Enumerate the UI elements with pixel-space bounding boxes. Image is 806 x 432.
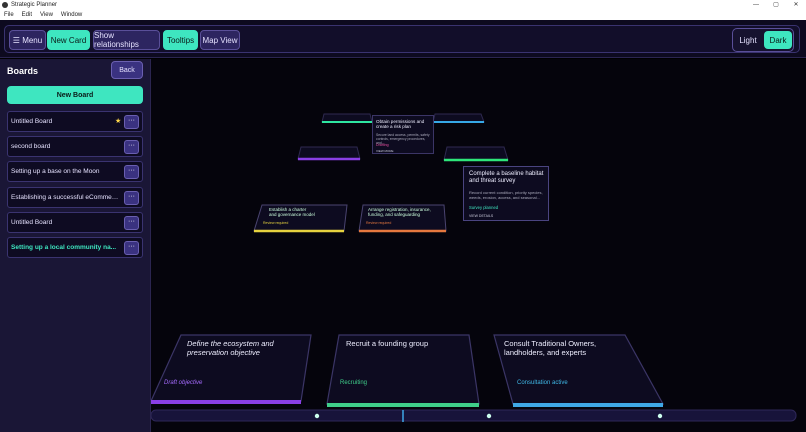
board-options-button[interactable]: ··· <box>124 241 139 255</box>
boards-title: Boards <box>7 66 39 76</box>
dark-theme-option[interactable]: Dark <box>764 31 792 49</box>
card-status: Consultation active <box>517 380 568 386</box>
new-board-button[interactable]: New Board <box>7 86 143 104</box>
board-label: Setting up a local community na... <box>11 244 117 251</box>
card-tile[interactable] <box>432 113 485 123</box>
card-status: Review required <box>366 221 391 225</box>
show-relationships-button[interactable]: Show relationships <box>93 30 160 50</box>
timeline-marker[interactable] <box>314 413 320 419</box>
card-baseline-survey[interactable]: Complete a baseline habitat and threat s… <box>463 166 549 221</box>
menu-edit[interactable]: Edit <box>22 12 32 18</box>
new-card-button[interactable]: New Card <box>47 30 90 50</box>
card-view-more[interactable]: VIEW MORE <box>376 149 394 153</box>
card-status: Drafting <box>376 143 389 147</box>
board-label: Establishing a successful eCommer... <box>11 194 119 201</box>
tooltips-button[interactable]: Tooltips <box>163 30 198 50</box>
timeline-track[interactable] <box>151 409 797 422</box>
light-theme-option[interactable]: Light <box>734 31 762 49</box>
card-title: Obtain permissions and create a risk pla… <box>376 119 425 129</box>
board-3d-view: Establish a charter and governance model … <box>151 113 797 422</box>
board-options-button[interactable]: ··· <box>124 165 139 179</box>
board-options-button[interactable]: ··· <box>124 140 139 154</box>
minimize-icon[interactable]: — <box>746 0 766 10</box>
board-options-button[interactable]: ··· <box>124 115 139 129</box>
card-status: Recruiting <box>340 380 368 386</box>
board-label: Untitled Board <box>11 118 53 125</box>
card-view-details[interactable]: VIEW DETAILS <box>469 214 493 218</box>
card-tile[interactable]: Arrange registration, insurance, funding,… <box>358 204 447 233</box>
board-item-active[interactable]: Setting up a local community na... ··· <box>7 237 143 258</box>
card-tile[interactable] <box>443 146 509 162</box>
menu-file[interactable]: File <box>4 12 14 18</box>
card-title: Consult Traditional Owners, landholders,… <box>504 339 597 357</box>
card-tile[interactable] <box>297 146 361 161</box>
board-item[interactable]: Untitled Board ··· <box>7 212 143 233</box>
menu-bar: File Edit View Window <box>0 10 806 20</box>
board-item[interactable]: second board ··· <box>7 136 143 157</box>
card-tile[interactable] <box>321 113 373 123</box>
back-button[interactable]: Back <box>111 61 143 79</box>
toolbar: ☰ Menu New Card Show relationships Toolt… <box>0 20 806 58</box>
card-title: Define the ecosystem and preservation ob… <box>187 339 274 357</box>
card-title: Recruit a founding group <box>346 339 429 348</box>
window-titlebar: Strategic Planner — ▢ ✕ <box>0 0 806 10</box>
star-icon[interactable]: ★ <box>115 117 121 125</box>
timeline-marker[interactable] <box>657 413 663 419</box>
window-controls: — ▢ ✕ <box>746 0 806 10</box>
close-icon[interactable]: ✕ <box>786 0 806 10</box>
window-title: Strategic Planner <box>11 2 58 8</box>
theme-toggle: Light Dark <box>732 28 794 52</box>
board-item[interactable]: Untitled Board ★ ··· <box>7 111 143 132</box>
card-body: Record current condition, priority speci… <box>469 190 543 200</box>
board-options-button[interactable]: ··· <box>124 191 139 205</box>
maximize-icon[interactable]: ▢ <box>766 0 786 10</box>
menu-button[interactable]: ☰ Menu <box>9 30 46 50</box>
menu-window[interactable]: Window <box>61 12 82 18</box>
card-status: Draft objective <box>164 380 203 386</box>
board-options-button[interactable]: ··· <box>124 216 139 230</box>
card-status: Review required <box>263 221 288 225</box>
board-canvas[interactable]: Establish a charter and governance model … <box>151 59 806 432</box>
card-tile[interactable]: Establish a charter and governance model … <box>253 204 348 233</box>
board-item[interactable]: Establishing a successful eCommer... ··· <box>7 187 143 208</box>
card-title: Complete a baseline habitat and threat s… <box>469 171 544 184</box>
app-icon <box>2 2 8 8</box>
toolbar-group: ☰ Menu New Card Show relationships Toolt… <box>4 25 800 53</box>
board-label: Untitled Board <box>11 219 53 226</box>
boards-sidebar: Boards Back New Board Untitled Board ★ ·… <box>0 59 151 432</box>
board-label: Setting up a base on the Moon <box>11 168 100 175</box>
card-status: Survey planned <box>469 205 499 210</box>
timeline-marker[interactable] <box>486 413 492 419</box>
menu-view[interactable]: View <box>40 12 53 18</box>
board-item[interactable]: Setting up a base on the Moon ··· <box>7 161 143 182</box>
board-label: second board <box>11 143 51 150</box>
card-obtain-permissions[interactable]: Obtain permissions and create a risk pla… <box>372 115 434 154</box>
map-view-button[interactable]: Map View <box>200 30 240 50</box>
